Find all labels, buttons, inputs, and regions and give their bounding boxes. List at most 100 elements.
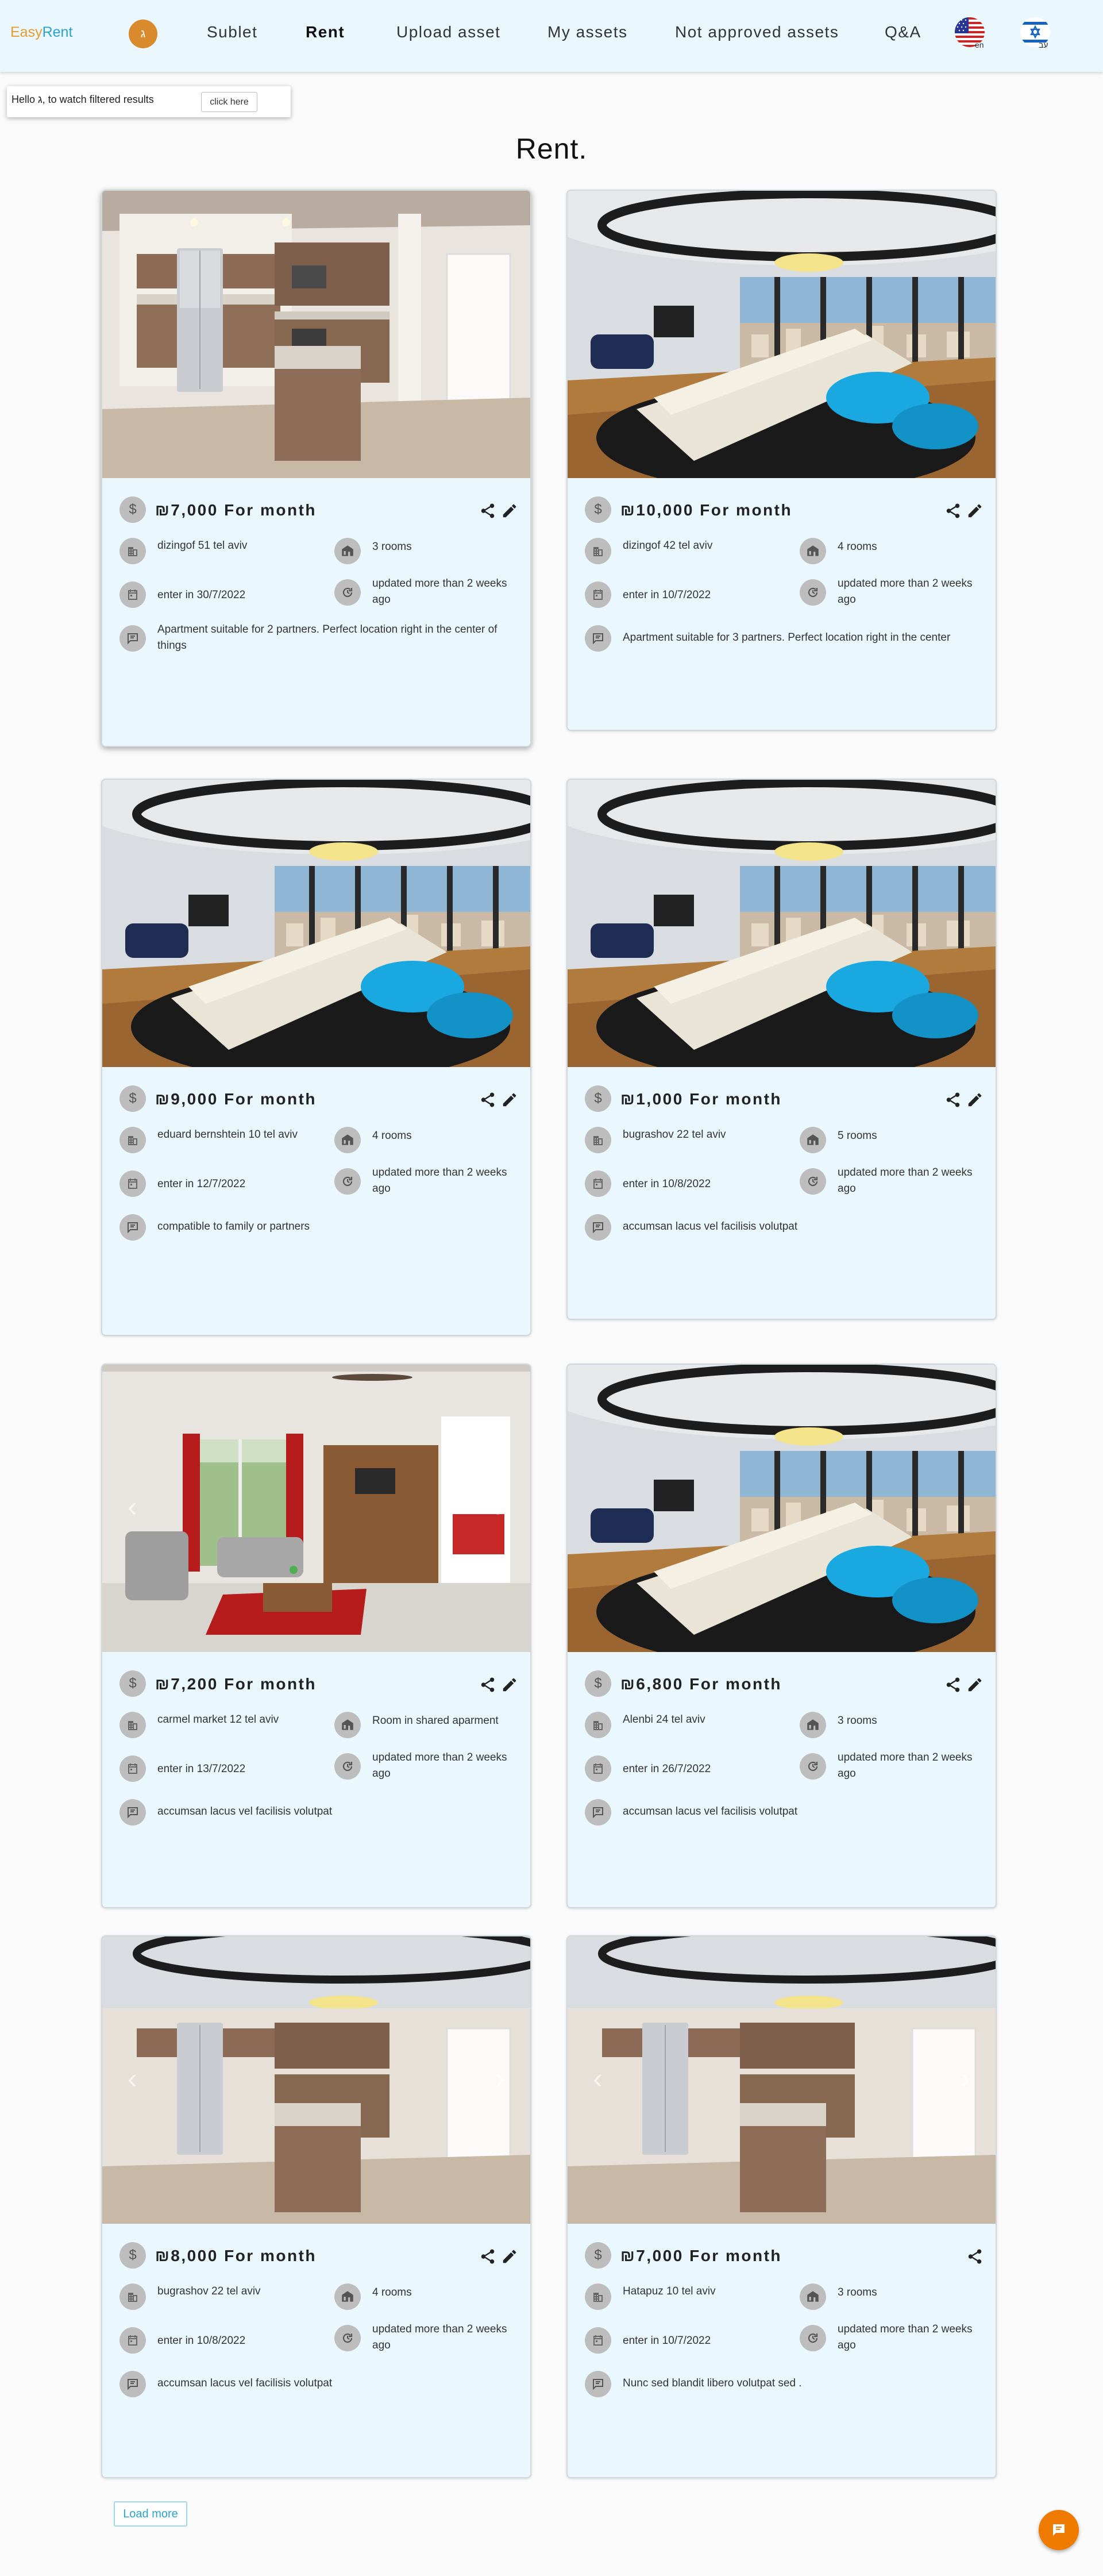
building-icon (119, 1712, 146, 1738)
listing-rooms: 4 rooms (838, 541, 877, 553)
comment-icon (119, 2371, 146, 2397)
listing-description: Apartment suitable for 3 partners. Perfe… (623, 632, 951, 644)
nav-my-assets[interactable]: My assets (547, 23, 628, 41)
comment-icon (119, 1214, 146, 1241)
nav-upload-asset[interactable]: Upload asset (396, 23, 500, 41)
share-icon[interactable] (966, 2248, 984, 2265)
listing-card[interactable]: $ ₪10,000 For month dizingof 42 tel aviv… (566, 190, 997, 731)
nav-sublet[interactable]: Sublet (207, 23, 257, 41)
click-here-button[interactable]: click here (201, 92, 257, 112)
listing-updated: updated more than 2 weeks ago (838, 1166, 973, 1195)
listing-enter-date: enter in 10/7/2022 (623, 589, 711, 601)
listing-price: ₪8,000 For month (155, 2247, 317, 2265)
nav-rent[interactable]: Rent (306, 23, 345, 41)
calendar-icon (585, 2327, 611, 2354)
listing-updated: updated more than 2 weeks ago (838, 1751, 973, 1780)
share-icon[interactable] (479, 1676, 496, 1693)
pencil-icon[interactable] (501, 1091, 518, 1108)
pencil-icon[interactable] (966, 1091, 984, 1108)
listing-card[interactable]: $ ₪1,000 For month bugrashov 22 tel aviv… (566, 779, 997, 1320)
listing-updated: updated more than 2 weeks ago (372, 577, 507, 606)
load-more-button[interactable]: Load more (114, 2501, 187, 2527)
update-icon (334, 1168, 361, 1195)
top-navbar: EasyRent ג Sublet Rent Upload asset My a… (0, 0, 1103, 72)
share-icon[interactable] (479, 502, 496, 519)
listing-card[interactable]: ‹ › $ ₪7,200 For month carmel market 12 t… (101, 1364, 531, 1908)
building-icon (585, 2284, 611, 2310)
share-icon[interactable] (479, 1091, 496, 1108)
pencil-icon[interactable] (501, 2248, 518, 2265)
house-icon (800, 1127, 826, 1153)
house-icon (800, 538, 826, 564)
listing-price: ₪9,000 For month (155, 1090, 317, 1108)
listing-rooms: 4 rooms (372, 2286, 412, 2298)
building-icon (119, 1127, 146, 1153)
update-icon (800, 579, 826, 606)
calendar-icon (585, 582, 611, 608)
pencil-icon[interactable] (501, 502, 518, 519)
next-photo-arrow-icon[interactable]: › (495, 2062, 505, 2095)
listing-photo[interactable]: ‹ › (102, 1365, 530, 1652)
listing-address: dizingof 42 tel aviv (623, 540, 713, 552)
dollar-icon: $ (585, 1670, 611, 1697)
listing-card[interactable]: ‹ › $ ₪8,000 For month bugrashov 22 tel a… (101, 1935, 531, 2478)
comment-icon (119, 1799, 146, 1826)
listing-rooms: 3 rooms (838, 2286, 877, 2298)
listing-photo[interactable]: ‹ › (102, 1936, 530, 2224)
page-title: Rent. (515, 133, 588, 165)
nav-qa[interactable]: Q&A (885, 23, 921, 41)
listing-description: accumsan lacus vel facilisis volutpat (157, 2377, 333, 2389)
listing-card[interactable]: $ ₪7,000 For month dizingof 51 tel aviv … (101, 190, 531, 747)
listing-card[interactable]: ‹ › $ ₪7,000 For month Hatapuz 10 tel avi… (566, 1935, 997, 2478)
update-icon (334, 2325, 361, 2351)
logo-part-easy: Easy (10, 24, 43, 40)
listing-photo[interactable] (102, 191, 530, 478)
listing-address: bugrashov 22 tel aviv (157, 2285, 261, 2297)
share-icon[interactable] (479, 2248, 496, 2265)
chat-icon[interactable] (1039, 2510, 1079, 2550)
building-icon (585, 538, 611, 564)
lang-he-label: עב (1039, 40, 1048, 49)
next-photo-arrow-icon[interactable]: › (961, 2062, 970, 2095)
next-photo-arrow-icon[interactable]: › (495, 1490, 505, 1523)
listing-card[interactable]: $ ₪9,000 For month eduard bernshtein 10 … (101, 779, 531, 1336)
dollar-icon: $ (119, 496, 146, 523)
prev-photo-arrow-icon[interactable]: ‹ (128, 1490, 137, 1523)
listing-enter-date: enter in 26/7/2022 (623, 1763, 711, 1775)
listing-description: accumsan lacus vel facilisis volutpat (623, 1805, 798, 1818)
listing-price: ₪6,800 For month (620, 1675, 782, 1693)
dollar-icon: $ (585, 2242, 611, 2269)
listing-photo[interactable] (568, 191, 996, 478)
tip-text: Hello ג, to watch filtered results (11, 94, 154, 105)
comment-icon (585, 1214, 611, 1241)
app-logo[interactable]: EasyRent (10, 24, 72, 41)
update-icon (334, 1753, 361, 1780)
share-icon[interactable] (944, 1676, 962, 1693)
listing-description: compatible to family or partners (157, 1220, 310, 1233)
pencil-icon[interactable] (966, 1676, 984, 1693)
pencil-icon[interactable] (501, 1676, 518, 1693)
listing-photo[interactable]: ‹ › (568, 1936, 996, 2224)
user-avatar[interactable]: ג (129, 20, 157, 48)
update-icon (334, 579, 361, 606)
listing-photo[interactable] (102, 780, 530, 1067)
listing-photo[interactable] (568, 780, 996, 1067)
listing-enter-date: enter in 12/7/2022 (157, 1178, 246, 1190)
listing-card[interactable]: $ ₪6,800 For month Alenbi 24 tel aviv 3 … (566, 1364, 997, 1908)
dollar-icon: $ (119, 1085, 146, 1112)
comment-icon (119, 625, 146, 652)
listing-address: Alenbi 24 tel aviv (623, 1714, 705, 1726)
building-icon (119, 2284, 146, 2310)
listing-enter-date: enter in 10/7/2022 (623, 2335, 711, 2347)
pencil-icon[interactable] (966, 502, 984, 519)
share-icon[interactable] (944, 1091, 962, 1108)
listing-updated: updated more than 2 weeks ago (372, 2323, 507, 2351)
nav-not-approved-assets[interactable]: Not approved assets (675, 23, 839, 41)
house-icon (800, 1712, 826, 1738)
share-icon[interactable] (944, 502, 962, 519)
listing-photo[interactable] (568, 1365, 996, 1652)
listing-address: carmel market 12 tel aviv (157, 1714, 279, 1726)
listing-updated: updated more than 2 weeks ago (838, 577, 973, 606)
prev-photo-arrow-icon[interactable]: ‹ (128, 2062, 137, 2095)
prev-photo-arrow-icon[interactable]: ‹ (593, 2062, 603, 2095)
